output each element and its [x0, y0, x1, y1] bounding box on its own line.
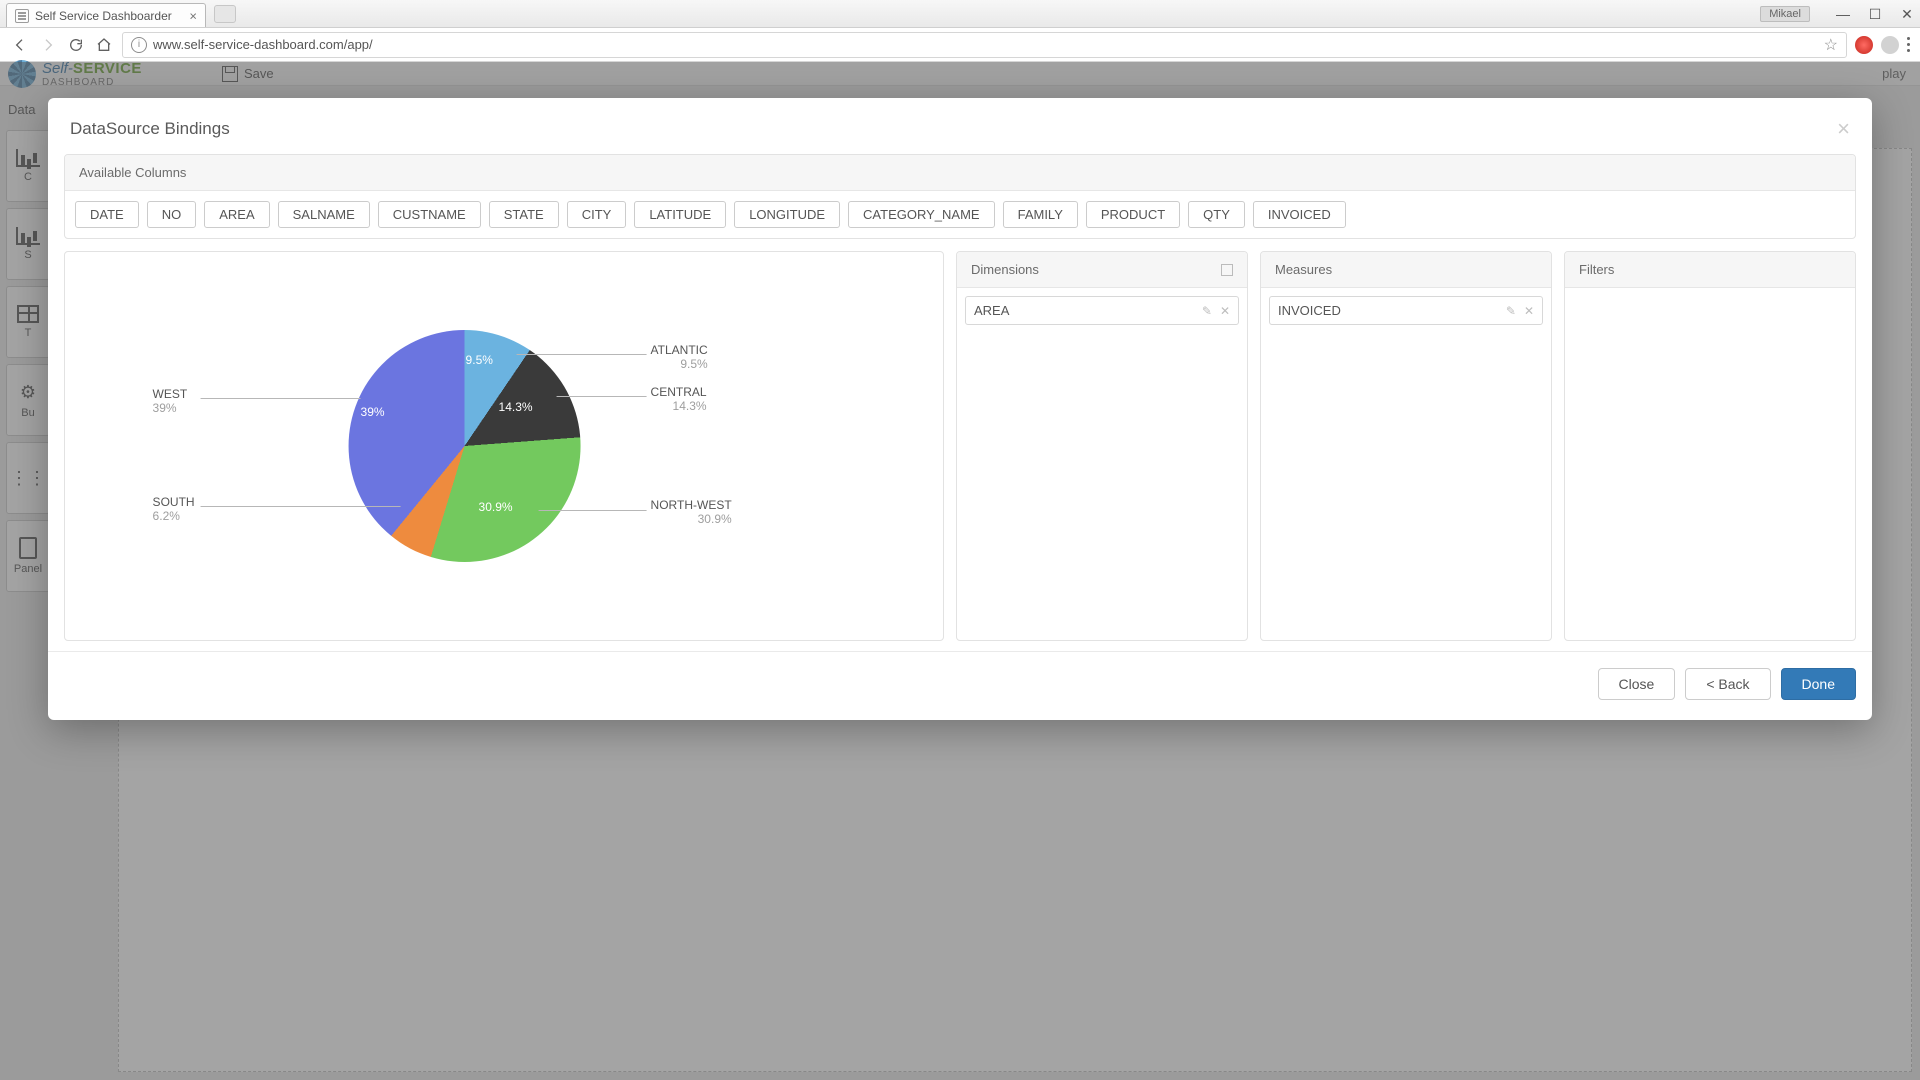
user-badge[interactable]: Mikael	[1760, 6, 1810, 22]
slice-name: SOUTH	[153, 495, 195, 509]
slice-label: 14.3%	[651, 399, 707, 413]
column-chip[interactable]: NO	[147, 201, 197, 228]
column-chips-row: DATE NO AREA SALNAME CUSTNAME STATE CITY LATITU…	[65, 191, 1855, 238]
extension-icon[interactable]	[1881, 36, 1899, 54]
slice-pct: 9.5%	[466, 353, 493, 367]
slice-pct: 14.3%	[499, 400, 533, 414]
maximize-icon[interactable]: ☐	[1866, 5, 1884, 23]
slice-label: 9.5%	[651, 357, 708, 371]
tab-title: Self Service Dashboarder	[35, 9, 172, 23]
dimensions-panel[interactable]: Dimensions AREA✎✕	[956, 251, 1248, 641]
dimensions-header: Dimensions	[971, 262, 1039, 277]
minimize-icon[interactable]: —	[1834, 5, 1852, 23]
opera-icon[interactable]	[1855, 36, 1873, 54]
modal-title: DataSource Bindings	[70, 119, 230, 139]
column-chip[interactable]: FAMILY	[1003, 201, 1078, 228]
available-columns-panel: Available Columns DATE NO AREA SALNAME CUSTN…	[64, 154, 1856, 239]
browser-address-bar: i www.self-service-dashboard.com/app/ ☆	[0, 28, 1920, 62]
back-icon[interactable]	[10, 35, 30, 55]
field-pill[interactable]: AREA✎✕	[965, 296, 1239, 325]
column-chip[interactable]: SALNAME	[278, 201, 370, 228]
slice-name: ATLANTIC	[651, 343, 708, 357]
close-icon[interactable]: ×	[189, 8, 197, 23]
measures-header: Measures	[1275, 262, 1332, 277]
forward-icon	[38, 35, 58, 55]
close-button[interactable]: Close	[1598, 668, 1676, 700]
page-icon	[15, 9, 29, 23]
slice-name: CENTRAL	[651, 385, 707, 399]
modal-close-icon[interactable]: ×	[1837, 116, 1850, 142]
column-chip[interactable]: STATE	[489, 201, 559, 228]
browser-menu-icon[interactable]	[1907, 37, 1910, 52]
window-close-icon[interactable]: ✕	[1898, 5, 1916, 23]
slice-pct: 30.9%	[479, 500, 513, 514]
slice-label: 6.2%	[153, 509, 195, 523]
pie-chart	[349, 330, 581, 562]
slice-label: 39%	[153, 401, 188, 415]
remove-icon[interactable]: ✕	[1220, 304, 1230, 318]
column-chip[interactable]: INVOICED	[1253, 201, 1346, 228]
column-chip[interactable]: PRODUCT	[1086, 201, 1180, 228]
done-button[interactable]: Done	[1781, 668, 1856, 700]
column-chip[interactable]: DATE	[75, 201, 139, 228]
slice-name: WEST	[153, 387, 188, 401]
browser-tab[interactable]: Self Service Dashboarder ×	[6, 3, 206, 27]
checkbox-icon[interactable]	[1221, 264, 1233, 276]
bookmark-icon[interactable]: ☆	[1824, 35, 1838, 55]
url-input[interactable]: i www.self-service-dashboard.com/app/ ☆	[122, 32, 1847, 58]
column-chip[interactable]: CATEGORY_NAME	[848, 201, 995, 228]
column-chip[interactable]: LONGITUDE	[734, 201, 840, 228]
slice-label: 30.9%	[651, 512, 732, 526]
modal-overlay: DataSource Bindings × Available Columns …	[0, 62, 1920, 1080]
slice-name: NORTH-WEST	[651, 498, 732, 512]
remove-icon[interactable]: ✕	[1524, 304, 1534, 318]
browser-tabstrip: Self Service Dashboarder × Mikael — ☐ ✕	[0, 0, 1920, 28]
filters-header: Filters	[1579, 262, 1614, 277]
field-pill[interactable]: INVOICED✎✕	[1269, 296, 1543, 325]
info-icon[interactable]: i	[131, 37, 147, 53]
datasource-bindings-modal: DataSource Bindings × Available Columns …	[48, 98, 1872, 720]
back-button[interactable]: < Back	[1685, 668, 1770, 700]
column-chip[interactable]: AREA	[204, 201, 269, 228]
edit-icon[interactable]: ✎	[1506, 304, 1516, 318]
chart-preview: 9.5% 14.3% 30.9% 39%	[64, 251, 944, 641]
available-columns-header: Available Columns	[65, 155, 1855, 191]
measures-panel[interactable]: Measures INVOICED✎✕	[1260, 251, 1552, 641]
home-icon[interactable]	[94, 35, 114, 55]
filters-panel[interactable]: Filters	[1564, 251, 1856, 641]
edit-icon[interactable]: ✎	[1202, 304, 1212, 318]
slice-pct: 39%	[361, 405, 385, 419]
url-text: www.self-service-dashboard.com/app/	[153, 37, 373, 52]
new-tab-button[interactable]	[214, 5, 236, 23]
column-chip[interactable]: LATITUDE	[634, 201, 726, 228]
column-chip[interactable]: CUSTNAME	[378, 201, 481, 228]
column-chip[interactable]: QTY	[1188, 201, 1245, 228]
column-chip[interactable]: CITY	[567, 201, 627, 228]
reload-icon[interactable]	[66, 35, 86, 55]
